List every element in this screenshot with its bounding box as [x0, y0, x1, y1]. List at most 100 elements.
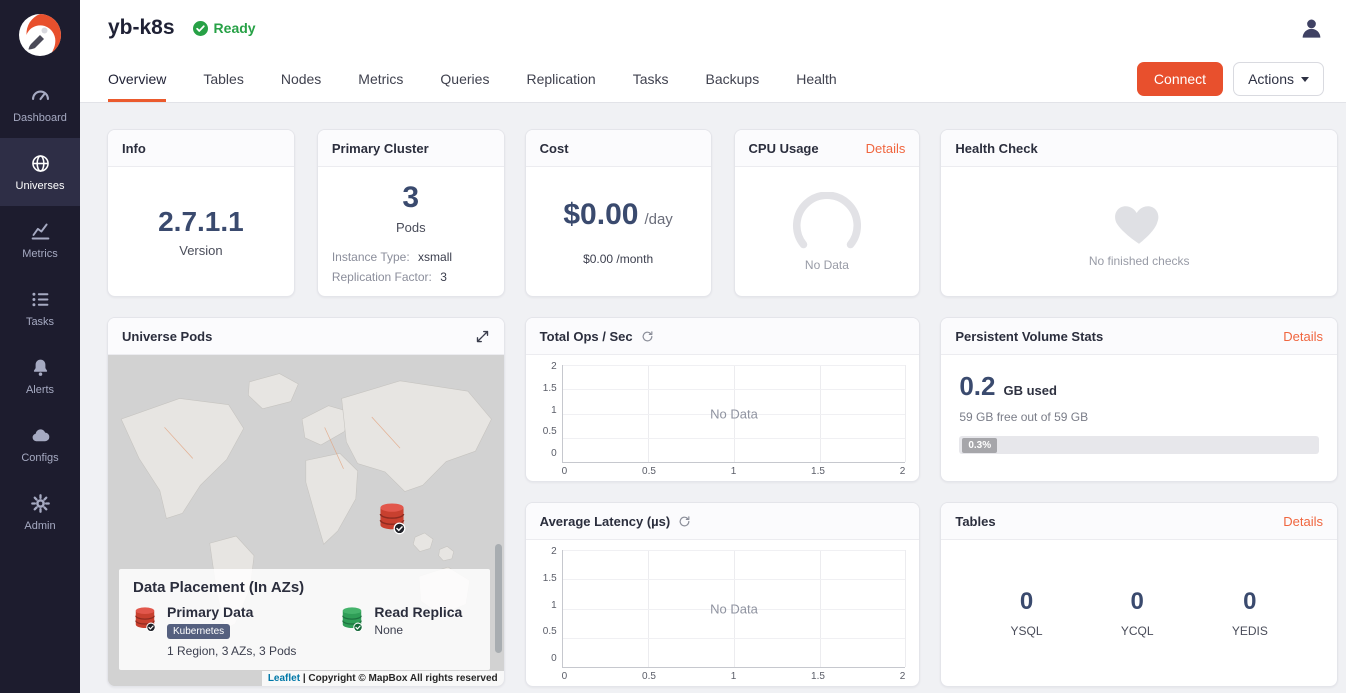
version-value: 2.7.1.1 [158, 206, 244, 238]
actions-button-label: Actions [1248, 71, 1294, 87]
sidebar-item-metrics[interactable]: Metrics [0, 206, 80, 274]
tab-metrics[interactable]: Metrics [358, 56, 403, 102]
map-scrollbar[interactable] [495, 544, 502, 653]
tab-tasks[interactable]: Tasks [633, 56, 669, 102]
gb-free-text: 59 GB free out of 59 GB [959, 410, 1319, 424]
sidebar-item-configs[interactable]: Configs [0, 410, 80, 478]
persistent-volume-card: Persistent Volume Stats Details 0.2 GB u… [940, 317, 1338, 482]
no-data-label: No Data [563, 601, 906, 616]
sidebar-item-label: Dashboard [13, 112, 67, 124]
ysql-label: YSQL [1011, 624, 1043, 638]
usage-progress-bar: 0.3% [959, 436, 1319, 454]
sidebar-item-label: Admin [24, 520, 55, 532]
universe-name: yb-k8s [108, 16, 175, 40]
sidebar-item-label: Universes [16, 180, 65, 192]
total-ops-card: Total Ops / Sec 21.510.50 [525, 317, 921, 482]
sidebar-item-admin[interactable]: Admin [0, 478, 80, 546]
instance-type-value: xsmall [418, 250, 452, 264]
refresh-icon[interactable] [678, 515, 691, 528]
cloud-icon [30, 424, 51, 446]
ycql-count: 0 [1130, 588, 1143, 616]
avg-latency-card: Average Latency (µs) 21.510.50 [525, 502, 921, 687]
data-placement-panel: Data Placement (In AZs) [119, 569, 490, 670]
cpu-usage-title: CPU Usage [749, 141, 819, 156]
cost-card: Cost $0.00 /day $0.00 /month [525, 129, 712, 297]
sidebar-item-tasks[interactable]: Tasks [0, 274, 80, 342]
primary-database-icon [133, 606, 157, 632]
tables-details-link[interactable]: Details [1283, 514, 1323, 529]
gb-used-value: 0.2 [959, 371, 995, 402]
tab-overview[interactable]: Overview [108, 56, 166, 102]
total-ops-chart: 21.510.50 No Data 00.511.52 [526, 355, 920, 481]
cost-card-title: Cost [540, 141, 569, 156]
tab-backups[interactable]: Backups [706, 56, 760, 102]
pods-label: Pods [396, 220, 426, 235]
plot-area: No Data [562, 550, 906, 668]
main-area: yb-k8s Ready Overview Tables Nodes Metri… [80, 0, 1346, 693]
no-data-label: No Data [563, 406, 906, 421]
x-axis-ticks: 00.511.52 [562, 668, 906, 684]
sidebar-item-label: Alerts [26, 384, 54, 396]
read-replica-group: Read Replica None [340, 604, 462, 658]
actions-button[interactable]: Actions [1233, 62, 1324, 96]
primary-data-group: Primary Data Kubernetes 1 Region, 3 AZs,… [133, 604, 296, 658]
user-menu-button[interactable] [1299, 16, 1324, 41]
x-axis-ticks: 00.511.52 [562, 463, 906, 479]
cost-per-month: $0.00 /month [583, 252, 653, 266]
dashboard-icon [30, 84, 51, 106]
app-root: Dashboard Universes Metrics [0, 0, 1346, 693]
ycql-count-group: 0 YCQL [1121, 588, 1154, 638]
primary-data-summary: 1 Region, 3 AZs, 3 Pods [167, 644, 296, 658]
check-circle-icon [193, 21, 208, 36]
tab-actions: Connect Actions [1137, 56, 1324, 102]
tab-tables[interactable]: Tables [203, 56, 243, 102]
chevron-down-icon [1301, 77, 1309, 82]
refresh-icon[interactable] [641, 330, 654, 343]
yedis-label: YEDIS [1232, 624, 1268, 638]
yugabyte-logo[interactable] [0, 0, 80, 70]
gear-icon [30, 492, 51, 514]
tab-replication[interactable]: Replication [526, 56, 595, 102]
sidebar: Dashboard Universes Metrics [0, 0, 80, 693]
attribution-text: | Copyright © MapBox All rights reserved [303, 673, 498, 684]
expand-icon[interactable] [475, 329, 490, 344]
status-label: Ready [214, 20, 256, 36]
tasks-list-icon [30, 288, 51, 310]
universe-tabs: Overview Tables Nodes Metrics Queries Re… [80, 56, 1346, 103]
info-card-title: Info [122, 141, 146, 156]
pvs-title: Persistent Volume Stats [955, 329, 1103, 344]
gb-used-unit: GB used [1004, 383, 1057, 398]
leaflet-link[interactable]: Leaflet [268, 673, 300, 684]
avg-latency-chart: 21.510.50 No Data 00.511.52 [526, 540, 920, 686]
usage-percent-chip: 0.3% [962, 438, 997, 453]
pods-count: 3 [402, 181, 419, 215]
instance-type-label: Instance Type: [332, 250, 410, 264]
tab-nodes[interactable]: Nodes [281, 56, 321, 102]
sidebar-item-alerts[interactable]: Alerts [0, 342, 80, 410]
version-label: Version [179, 243, 222, 258]
tables-title: Tables [955, 514, 995, 529]
replication-factor-value: 3 [440, 270, 447, 284]
cpu-usage-card: CPU Usage Details No Data [734, 129, 921, 297]
map-attribution: Leaflet | Copyright © MapBox All rights … [262, 671, 504, 686]
y-axis-ticks: 21.510.50 [532, 361, 562, 459]
universe-header: yb-k8s Ready [80, 0, 1346, 56]
cost-per-day-value: $0.00 [563, 198, 638, 232]
sidebar-item-universes[interactable]: Universes [0, 138, 80, 206]
pvs-details-link[interactable]: Details [1283, 329, 1323, 344]
primary-cluster-title: Primary Cluster [332, 141, 429, 156]
read-replica-label: Read Replica [374, 604, 462, 620]
cpu-details-link[interactable]: Details [866, 141, 906, 156]
sidebar-item-label: Metrics [22, 248, 57, 260]
gauge-icon [785, 192, 869, 250]
replica-database-icon [340, 606, 364, 632]
connect-button[interactable]: Connect [1137, 62, 1223, 96]
sidebar-item-label: Configs [21, 452, 58, 464]
sidebar-item-dashboard[interactable]: Dashboard [0, 70, 80, 138]
provider-badge: Kubernetes [167, 624, 230, 639]
tab-health[interactable]: Health [796, 56, 836, 102]
world-map[interactable]: Data Placement (In AZs) [108, 355, 504, 686]
tab-queries[interactable]: Queries [440, 56, 489, 102]
universe-pods-card: Universe Pods [107, 317, 505, 687]
primary-data-map-marker[interactable] [377, 501, 407, 540]
